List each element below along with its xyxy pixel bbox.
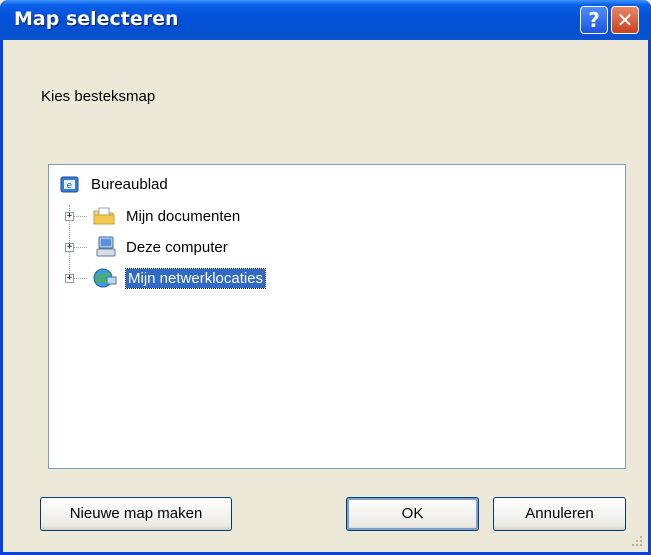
tree-node-network-places[interactable]: + Mijn netwerklocaties: [49, 267, 349, 291]
help-button[interactable]: ?: [580, 6, 608, 34]
prompt-label: Kies besteksmap: [41, 88, 156, 105]
tree-node-label[interactable]: Mijn documenten: [124, 207, 242, 226]
expand-icon[interactable]: +: [65, 243, 74, 252]
new-folder-button[interactable]: Nieuwe map maken: [40, 497, 232, 531]
folder-tree[interactable]: e Bureaublad + Mijn documenten + Deze co…: [48, 164, 626, 469]
tree-node-my-computer[interactable]: + Deze computer: [49, 236, 349, 260]
resize-grip-icon[interactable]: [630, 534, 644, 548]
window-title: Map selecteren: [14, 8, 179, 30]
tree-node-label[interactable]: Mijn netwerklocaties: [124, 268, 267, 289]
title-bar[interactable]: Map selecteren ? ✕: [0, 0, 651, 40]
close-button[interactable]: ✕: [611, 6, 639, 34]
expand-icon[interactable]: +: [65, 212, 74, 221]
my-documents-folder-icon: [93, 207, 115, 225]
tree-node-label[interactable]: Bureaublad: [89, 175, 170, 194]
close-icon: ✕: [616, 8, 634, 32]
tree-node-label[interactable]: Deze computer: [124, 238, 230, 257]
tree-node-my-documents[interactable]: + Mijn documenten: [49, 205, 349, 229]
desktop-icon: e: [60, 176, 79, 193]
my-computer-icon: [96, 236, 116, 257]
expand-icon[interactable]: +: [65, 274, 74, 283]
select-folder-dialog: Map selecteren ? ✕ Kies besteksmap e Bur…: [0, 0, 651, 555]
help-icon: ?: [588, 8, 600, 32]
svg-text:e: e: [67, 181, 73, 191]
tree-node-desktop[interactable]: e Bureaublad: [49, 173, 349, 197]
network-places-icon: [93, 268, 117, 288]
cancel-button[interactable]: Annuleren: [493, 497, 626, 531]
ok-button[interactable]: OK: [346, 497, 479, 531]
